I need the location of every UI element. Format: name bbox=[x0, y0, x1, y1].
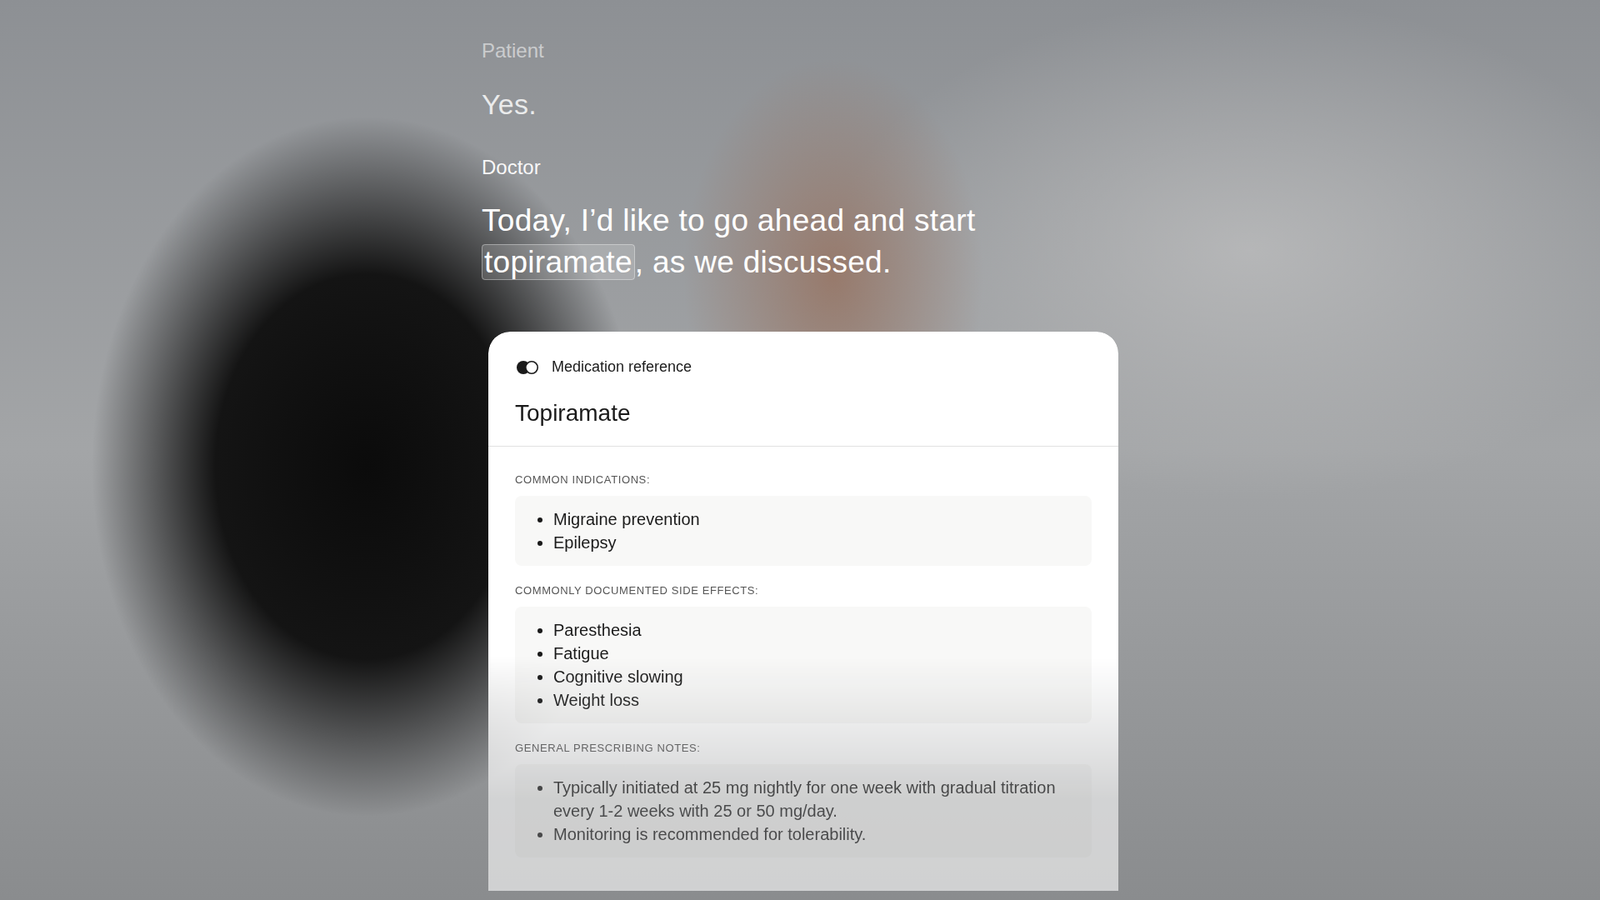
card-badge: Medication reference bbox=[515, 358, 1092, 376]
section-item: Weight loss bbox=[553, 688, 1075, 712]
section-item: Fatigue bbox=[553, 641, 1075, 665]
card-title: Topiramate bbox=[515, 399, 1092, 428]
medication-card: Medication reference Topiramate COMMON IND… bbox=[488, 331, 1119, 891]
card-section: GENERAL PRESCRIBING NOTES: Typically init… bbox=[515, 741, 1092, 858]
transcript-turn: Doctor Today, I’d like to go ahead and st… bbox=[481, 155, 1119, 284]
medication-reference-icon bbox=[515, 359, 542, 376]
utterance-text: Today, I’d like to go ahead and start to… bbox=[481, 200, 1119, 284]
section-item: Epilepsy bbox=[553, 530, 1075, 555]
card-header: Medication reference Topiramate bbox=[488, 331, 1119, 447]
transcript-turn: Patient Yes. bbox=[481, 38, 1119, 125]
speaker-label: Doctor bbox=[481, 155, 1119, 180]
card-section: COMMONLY DOCUMENTED SIDE EFFECTS: Paresth… bbox=[515, 584, 1092, 724]
utterance-segment: Yes. bbox=[481, 88, 537, 120]
section-label: GENERAL PRESCRIBING NOTES: bbox=[515, 741, 1092, 755]
badge-label: Medication reference bbox=[551, 358, 692, 376]
section-item: Paresthesia bbox=[553, 618, 1075, 642]
transcript-column: Patient Yes. Doctor Today, I’d like to go a… bbox=[481, 0, 1119, 891]
section-item: Migraine prevention bbox=[553, 507, 1075, 531]
section-list: ParesthesiaFatigueCognitive slowingWeigh… bbox=[515, 606, 1092, 724]
utterance-segment: , as we discussed. bbox=[635, 245, 892, 280]
section-list: Typically initiated at 25 mg nightly for… bbox=[515, 764, 1092, 858]
highlighted-term[interactable]: topiramate bbox=[481, 244, 635, 280]
section-item: Cognitive slowing bbox=[553, 665, 1075, 689]
section-item: Typically initiated at 25 mg nightly for… bbox=[553, 775, 1075, 823]
video-background: Patient Yes. Doctor Today, I’d like to go a… bbox=[0, 0, 1600, 900]
card-body: COMMON INDICATIONS: Migraine preventionEp… bbox=[488, 446, 1119, 858]
section-list: Migraine preventionEpilepsy bbox=[515, 495, 1092, 566]
utterance-text: Yes. bbox=[481, 83, 1119, 125]
section-label: COMMON INDICATIONS: bbox=[515, 473, 1092, 486]
section-label: COMMONLY DOCUMENTED SIDE EFFECTS: bbox=[515, 584, 1092, 597]
section-item: Monitoring is recommended for tolerabili… bbox=[553, 822, 1075, 846]
card-section: COMMON INDICATIONS: Migraine preventionEp… bbox=[515, 473, 1092, 566]
utterance-segment: Today, I’d like to go ahead and start bbox=[481, 203, 976, 238]
speaker-label: Patient bbox=[481, 38, 1119, 64]
